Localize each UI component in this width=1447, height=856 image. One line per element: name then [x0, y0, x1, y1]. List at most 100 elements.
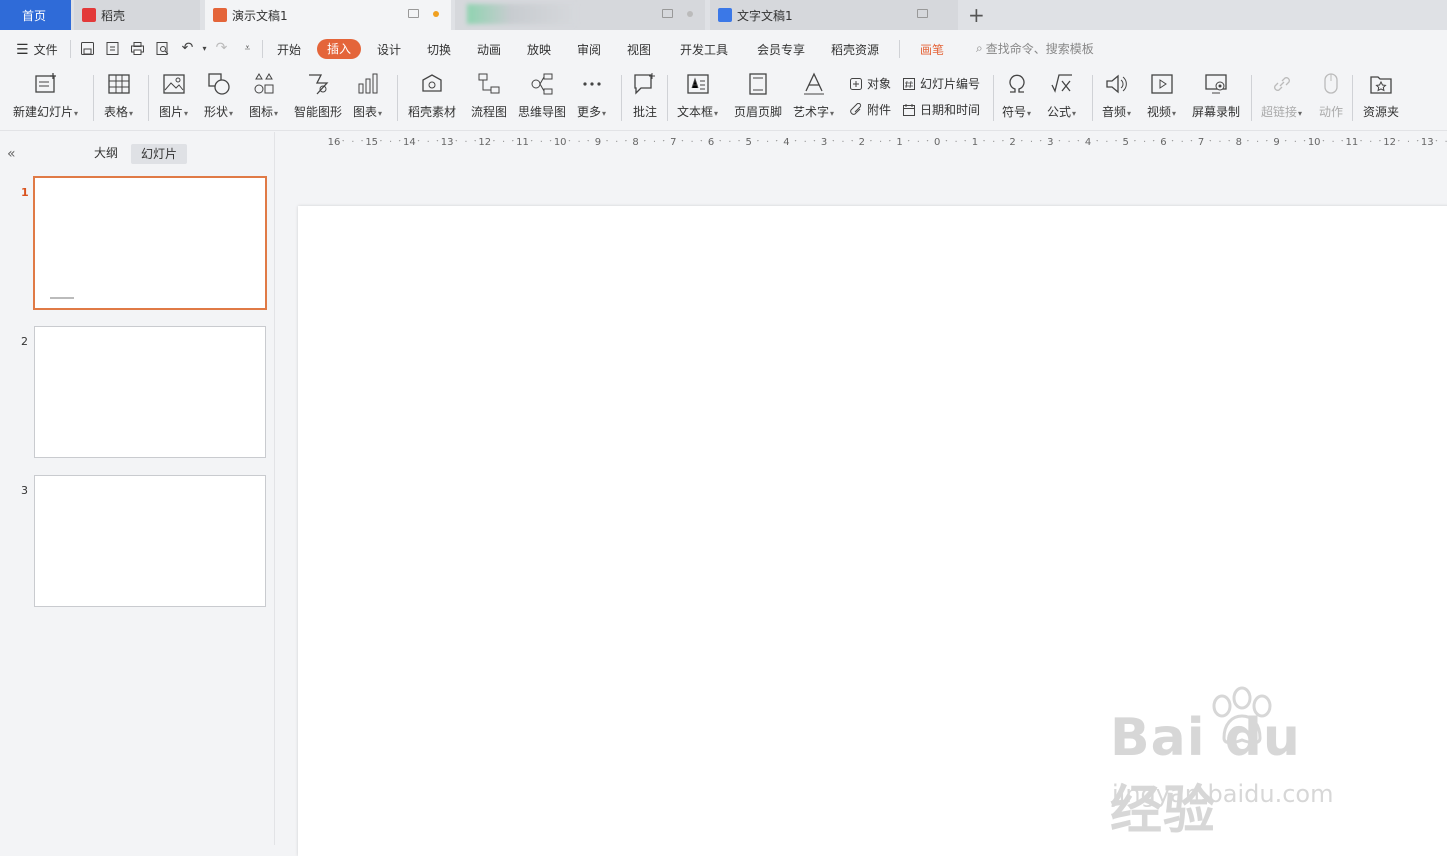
monitor-icon[interactable]	[662, 9, 673, 18]
slide-thumbnail-2[interactable]	[34, 326, 266, 458]
ruler-minor-tick: ·	[879, 137, 883, 148]
ruler-minor-tick: ˑ	[1133, 137, 1137, 148]
video-button[interactable]: 视频▾	[1147, 71, 1176, 120]
icon-button[interactable]: 图标▾	[249, 71, 278, 120]
symbol-button[interactable]: 符号▾	[1002, 71, 1031, 120]
menu-design[interactable]: 设计	[377, 41, 401, 58]
date-time-button[interactable]: 日期和时间	[902, 101, 980, 118]
daoke-material-button[interactable]: 稻壳素材	[408, 71, 456, 120]
ruler-tick-label: 9	[594, 137, 602, 148]
menu-slideshow[interactable]: 放映	[527, 41, 551, 58]
menu-daoke-resources[interactable]: 稻壳资源	[831, 41, 879, 58]
tab-document[interactable]: 文字文稿1	[710, 0, 958, 30]
ruler-minor-tick: ˑ	[1227, 137, 1232, 148]
ruler-tick-label: 11	[1345, 137, 1359, 148]
ruler-minor-tick: ˑ	[926, 137, 930, 148]
ruler-minor-tick: ˑ	[944, 137, 949, 148]
ruler-tick-label: 12	[478, 137, 492, 148]
dropdown-arrow-icon: ▾	[1127, 109, 1132, 118]
ruler-minor-tick: ·	[1369, 137, 1373, 148]
more-button[interactable]: 更多▾	[577, 71, 606, 120]
menu-member[interactable]: 会员专享	[757, 41, 805, 58]
watermark-brand: Bai du 经验	[1110, 708, 1301, 841]
ruler-tick-label: 3	[820, 137, 828, 148]
tab-slides[interactable]: 幻灯片	[131, 144, 187, 164]
more-label: 更多	[577, 105, 602, 119]
ruler-minor-tick: ·	[992, 137, 996, 148]
customize-toolbar-icon[interactable]: ⩡	[240, 41, 255, 56]
new-slide-button[interactable]: 新建幻灯片▾	[13, 71, 78, 120]
command-search[interactable]: ⌕ 查找命令、搜索模板	[976, 40, 1094, 57]
picture-button[interactable]: 图片▾	[159, 71, 188, 120]
add-tab-button[interactable]: +	[968, 3, 985, 27]
picture-icon	[162, 74, 185, 94]
tab-home[interactable]: 首页	[0, 0, 71, 30]
formula-button[interactable]: 公式▾	[1047, 71, 1076, 120]
tab-presentation[interactable]: 演示文稿1	[205, 0, 451, 30]
slide-thumbnail-1[interactable]	[33, 176, 267, 310]
export-pdf-icon[interactable]	[105, 41, 120, 56]
ruler-tick-label: 10	[1307, 137, 1321, 148]
tab-outline[interactable]: 大纲	[94, 144, 118, 161]
collapse-panel-icon[interactable]: «	[7, 146, 16, 162]
monitor-icon[interactable]	[917, 9, 928, 18]
file-menu[interactable]: ☰ 文件	[16, 41, 58, 58]
table-icon	[107, 74, 130, 94]
ruler-minor-tick: ˑ	[567, 137, 572, 148]
header-footer-button[interactable]: 页眉页脚	[734, 71, 782, 120]
slide-number-button[interactable]: 幻灯片编号	[902, 75, 980, 92]
speaker-icon	[1105, 74, 1127, 94]
tab-daoke[interactable]: 稻壳	[74, 0, 200, 30]
menu-start[interactable]: 开始	[277, 41, 301, 58]
smart-art-button[interactable]: 智能图形	[294, 71, 342, 120]
object-label: 对象	[867, 77, 892, 91]
ruler-tick-label: 1	[896, 137, 903, 148]
chart-label: 图表	[353, 105, 378, 119]
ruler-tick-label: 14	[403, 137, 416, 148]
redo-icon[interactable]: ↷	[214, 41, 229, 56]
undo-icon[interactable]: ↶	[180, 41, 195, 56]
flowchart-button[interactable]: 流程图	[471, 71, 507, 120]
header-footer-icon	[749, 73, 767, 95]
divider	[621, 75, 622, 121]
menu-insert[interactable]: 插入	[317, 39, 361, 59]
audio-button[interactable]: 音频▾	[1102, 71, 1131, 120]
ruler-minor-tick: ˑ	[1152, 137, 1156, 148]
menu-developer[interactable]: 开发工具	[680, 41, 728, 58]
dropdown-arrow-icon: ▾	[129, 109, 134, 118]
menu-transition[interactable]: 切换	[427, 41, 451, 58]
save-icon[interactable]	[80, 41, 95, 56]
shape-button[interactable]: 形状▾	[204, 71, 233, 120]
mindmap-button[interactable]: 思维导图	[518, 71, 566, 120]
menu-view[interactable]: 视图	[627, 41, 651, 58]
attachment-button[interactable]: 附件	[849, 101, 891, 118]
chart-button[interactable]: 图表▾	[353, 71, 382, 120]
ruler-minor-tick: ˑ	[1058, 137, 1062, 148]
ruler-minor-tick: ˑ	[454, 137, 459, 148]
monitor-icon[interactable]	[408, 9, 419, 18]
menu-animation[interactable]: 动画	[477, 41, 501, 58]
menu-pen[interactable]: 画笔	[920, 41, 944, 58]
resources-button[interactable]: 资源夹	[1363, 71, 1399, 120]
tab-blurred[interactable]	[455, 0, 705, 30]
action-button[interactable]: 动作	[1318, 71, 1344, 120]
divider	[667, 75, 668, 121]
ruler-minor-tick: ˑ	[794, 137, 798, 148]
wordart-button[interactable]: 艺术字▾	[793, 71, 834, 120]
undo-dropdown-icon[interactable]: ▾	[197, 41, 212, 56]
slide-thumbnail-3[interactable]	[34, 475, 266, 607]
print-icon[interactable]	[130, 41, 145, 56]
chart-icon	[358, 73, 378, 94]
ruler-tick-label: 13	[440, 137, 454, 148]
hyperlink-button[interactable]: 超链接▾	[1261, 71, 1302, 120]
object-button[interactable]: 对象	[849, 75, 891, 92]
comment-button[interactable]: 批注	[632, 71, 658, 120]
menu-review[interactable]: 审阅	[577, 41, 601, 58]
screen-record-button[interactable]: 屏幕录制	[1192, 71, 1240, 120]
print-preview-icon[interactable]	[155, 41, 170, 56]
divider	[993, 75, 994, 121]
textbox-button[interactable]: 文本框▾	[677, 71, 718, 120]
table-button[interactable]: 表格▾	[104, 71, 133, 120]
ruler-tick-label: 2	[1009, 137, 1016, 148]
ruler-minor-tick: ·	[615, 137, 619, 148]
